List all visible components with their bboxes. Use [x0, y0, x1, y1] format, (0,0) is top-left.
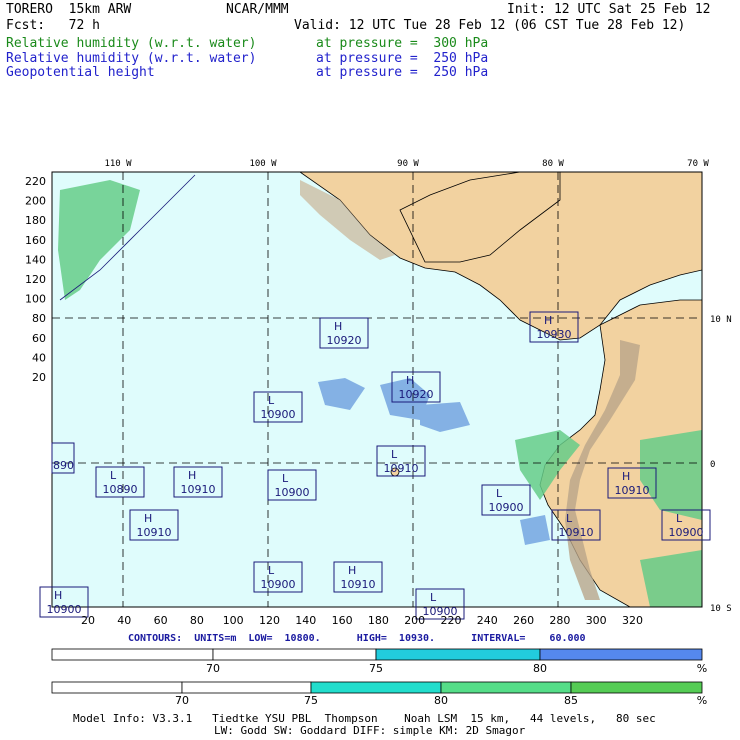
- color-bar-label: 80: [434, 694, 448, 707]
- physics-info: LW: Godd SW: Goddard DIFF: simple KM: 2D…: [214, 724, 526, 737]
- color-bar-1: 70 75 80%: [51, 648, 707, 675]
- color-bar-label: 75: [369, 662, 383, 675]
- color-bar-segment: [539, 648, 703, 661]
- color-bar-segment: [310, 681, 442, 694]
- color-bar-label: 85: [564, 694, 578, 707]
- color-bar-segment: [51, 681, 183, 694]
- color-bar-segment: [440, 681, 572, 694]
- color-bar-segment: [181, 681, 312, 694]
- color-bar-unit: %: [697, 662, 707, 675]
- color-bar-label: 75: [304, 694, 318, 707]
- color-bar-segment: [375, 648, 541, 661]
- color-bar-label: 70: [175, 694, 189, 707]
- color-bar-label: 70: [206, 662, 220, 675]
- color-bar-2: 70 75 80 85%: [51, 681, 707, 707]
- color-bar-segment: [51, 648, 214, 661]
- color-bar-segment: [212, 648, 377, 661]
- color-bar-unit: %: [697, 694, 707, 707]
- color-bars: 70 75 80 % 70 75 80 85%: [51, 648, 707, 707]
- color-bar-label: 80: [533, 662, 547, 675]
- color-bar-segment: [570, 681, 703, 694]
